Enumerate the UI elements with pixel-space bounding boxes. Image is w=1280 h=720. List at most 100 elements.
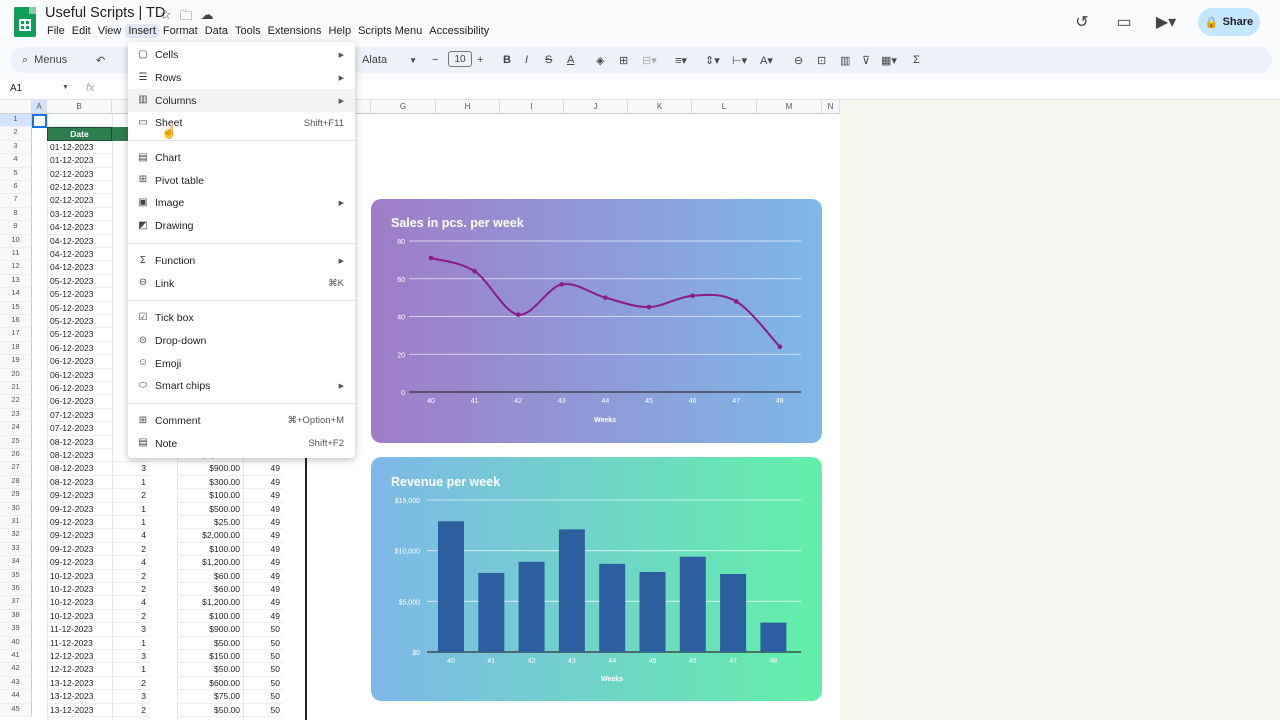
cell-e[interactable]: 50: [243, 623, 283, 637]
cell-date[interactable]: 11-12-2023: [47, 623, 112, 637]
row-header[interactable]: 7: [0, 194, 32, 208]
row-header[interactable]: 31: [0, 516, 32, 530]
text-color-icon[interactable]: A: [567, 51, 574, 69]
cell-date[interactable]: 03-12-2023: [47, 208, 112, 222]
cell-date[interactable]: 01-12-2023: [47, 154, 112, 168]
row-header[interactable]: 1: [0, 114, 32, 128]
row-header[interactable]: 8: [0, 207, 32, 222]
insert-menu-item-function[interactable]: Σ Function ▶: [128, 250, 355, 273]
cell-date[interactable]: 08-12-2023: [47, 449, 112, 463]
row-header[interactable]: 3: [0, 140, 32, 155]
revenue-chart-card[interactable]: Revenue per week $0 $5,000 $10,000 $15,000 40…: [371, 457, 822, 701]
cell-c[interactable]: 1: [112, 503, 149, 516]
cell-date[interactable]: 08-12-2023: [47, 476, 112, 490]
column-header-k[interactable]: K: [628, 100, 692, 114]
row-header[interactable]: 20: [0, 368, 32, 382]
insert-menu-item-columns[interactable]: ▥ Columns ▶: [128, 89, 355, 113]
cell-e[interactable]: 49: [243, 543, 283, 557]
row-header[interactable]: 34: [0, 556, 32, 570]
cell-c[interactable]: 2: [112, 570, 149, 583]
menu-help[interactable]: Help: [325, 24, 354, 38]
cell-e[interactable]: 49: [243, 596, 283, 610]
cell-e[interactable]: 49: [243, 556, 283, 570]
cell-c[interactable]: 4: [112, 596, 149, 610]
cell-d[interactable]: $150.00: [177, 650, 243, 664]
row-header[interactable]: 24: [0, 422, 32, 436]
cell-d[interactable]: $100.00: [177, 489, 243, 503]
cell-date[interactable]: 07-12-2023: [47, 409, 112, 423]
cell-date[interactable]: 10-12-2023: [47, 583, 112, 597]
cell-e[interactable]: 49: [243, 503, 283, 516]
meet-icon[interactable]: ▶▾: [1156, 12, 1176, 32]
fill-color-icon[interactable]: ◈: [596, 51, 604, 69]
cell-d[interactable]: $900.00: [177, 462, 243, 476]
menu-file[interactable]: File: [44, 24, 68, 38]
cell-c[interactable]: 1: [112, 663, 149, 677]
cell-c[interactable]: 3: [112, 690, 149, 704]
row-header[interactable]: 35: [0, 569, 32, 583]
cell-date[interactable]: 02-12-2023: [47, 168, 112, 181]
menu-extensions[interactable]: Extensions: [265, 24, 325, 38]
column-header-l[interactable]: L: [692, 100, 757, 114]
menu-view[interactable]: View: [95, 24, 125, 38]
row-header[interactable]: 27: [0, 462, 32, 476]
row-header[interactable]: 36: [0, 583, 32, 597]
cell-c[interactable]: 2: [112, 583, 149, 597]
row-header[interactable]: 21: [0, 382, 32, 396]
cell-date[interactable]: 01-12-2023: [47, 141, 112, 155]
cell-d[interactable]: $1,200.00: [177, 556, 243, 570]
select-all-corner[interactable]: [0, 100, 32, 114]
chevron-down-icon[interactable]: ▼: [62, 84, 69, 91]
cell-d[interactable]: $50.00: [177, 704, 243, 717]
cell-date[interactable]: 04-12-2023: [47, 248, 112, 262]
horizontal-align-icon[interactable]: ≡▾: [675, 51, 687, 69]
cell-date[interactable]: 02-12-2023: [47, 194, 112, 208]
filter-icon[interactable]: ⊽: [862, 51, 870, 69]
cell-e[interactable]: 50: [243, 677, 283, 691]
version-history-icon[interactable]: ↺: [1072, 12, 1092, 32]
cell-c[interactable]: 2: [112, 704, 149, 717]
insert-menu-item-link[interactable]: ⊖ Link ⌘K: [128, 272, 355, 295]
row-header[interactable]: 4: [0, 154, 32, 168]
cell-d[interactable]: $900.00: [177, 623, 243, 637]
row-header[interactable]: 45: [0, 703, 32, 717]
cell-d[interactable]: $25.00: [177, 516, 243, 530]
cell-d[interactable]: $50.00: [177, 637, 243, 650]
text-rotation-icon[interactable]: A▾: [760, 51, 773, 69]
cell-date[interactable]: 09-12-2023: [47, 516, 112, 530]
row-header[interactable]: 23: [0, 408, 32, 423]
cell-c[interactable]: 1: [112, 516, 149, 530]
row-header[interactable]: 38: [0, 609, 32, 624]
cell-d[interactable]: $2,000.00: [177, 529, 243, 543]
menu-tools[interactable]: Tools: [232, 24, 264, 38]
strikethrough-icon[interactable]: S: [545, 51, 552, 69]
insert-menu-item-image[interactable]: ▣ Image ▶: [128, 192, 355, 215]
cell-date[interactable]: 05-12-2023: [47, 315, 112, 329]
row-header[interactable]: 15: [0, 301, 32, 315]
cell-e[interactable]: 49: [243, 476, 283, 490]
row-header[interactable]: 16: [0, 315, 32, 329]
row-header[interactable]: 43: [0, 676, 32, 691]
borders-icon[interactable]: ⊞: [619, 51, 628, 69]
row-header[interactable]: 42: [0, 663, 32, 677]
merge-cells-icon[interactable]: ⊟▾: [642, 51, 657, 69]
document-title[interactable]: Useful Scripts | TD: [45, 5, 165, 21]
insert-comment-icon[interactable]: ⊡: [817, 51, 826, 69]
menu-insert[interactable]: Insert: [125, 24, 159, 38]
cell-d[interactable]: $600.00: [177, 677, 243, 691]
cell-date[interactable]: 09-12-2023: [47, 543, 112, 557]
cell-e[interactable]: 49: [243, 583, 283, 597]
cell-date[interactable]: 06-12-2023: [47, 342, 112, 356]
row-header[interactable]: 18: [0, 341, 32, 356]
insert-menu-item-drawing[interactable]: ◩ Drawing: [128, 215, 355, 238]
cell-c[interactable]: 3: [112, 462, 149, 476]
cell-d[interactable]: $60.00: [177, 570, 243, 583]
row-header[interactable]: 14: [0, 288, 32, 302]
row-header[interactable]: 22: [0, 395, 32, 409]
column-header-g[interactable]: G: [371, 100, 436, 114]
functions-icon[interactable]: Σ: [913, 51, 920, 69]
italic-icon[interactable]: I: [525, 51, 528, 69]
row-header[interactable]: 44: [0, 690, 32, 704]
comments-icon[interactable]: ▭: [1114, 12, 1134, 32]
column-header-a[interactable]: A: [32, 100, 47, 114]
